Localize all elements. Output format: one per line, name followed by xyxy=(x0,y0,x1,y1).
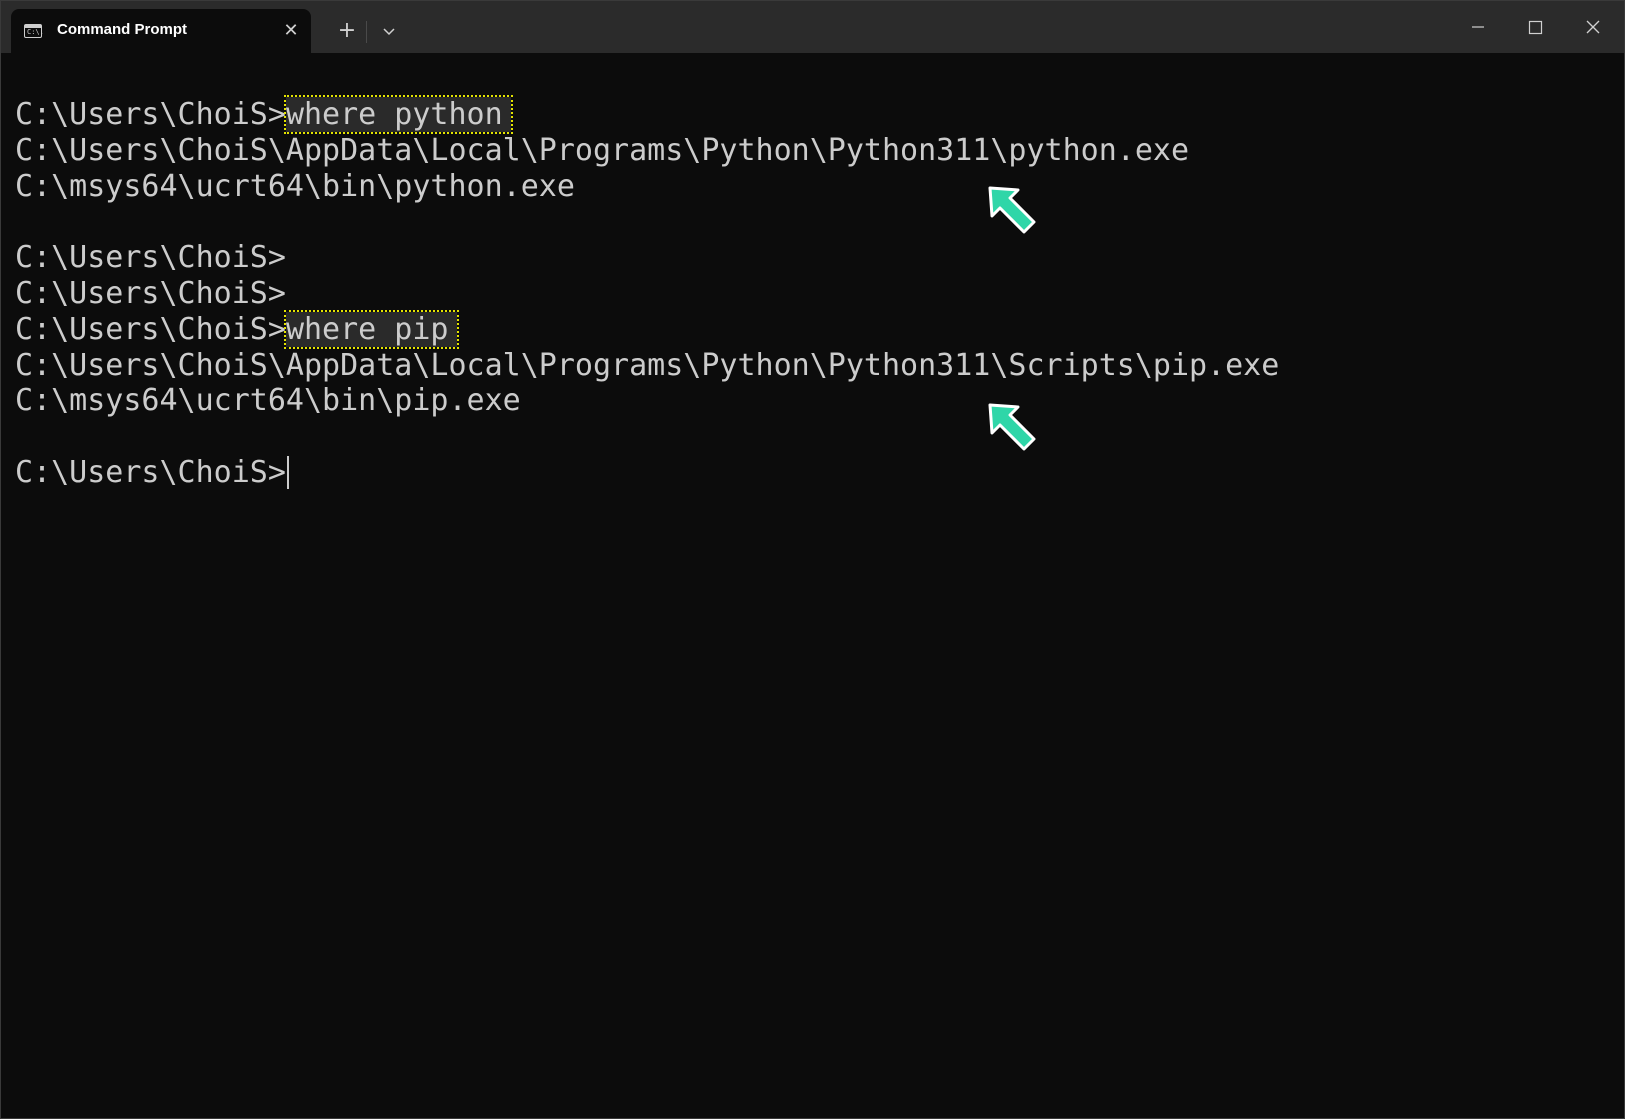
cmd-icon: C:\. xyxy=(24,24,44,38)
prompt-text: C:\Users\ChoiS> xyxy=(15,311,286,347)
new-tab-button[interactable]: + xyxy=(335,19,359,43)
maximize-icon xyxy=(1528,20,1543,35)
terminal-line: C:\Users\ChoiS> xyxy=(15,240,1279,276)
terminal-line: C:\Users\ChoiS\AppData\Local\Programs\Py… xyxy=(15,348,1279,384)
output-text: C:\Users\ChoiS> xyxy=(15,275,286,311)
tab-divider xyxy=(366,21,367,43)
chevron-down-icon xyxy=(383,28,395,36)
terminal-line: C:\msys64\ucrt64\bin\pip.exe xyxy=(15,383,1279,419)
arrow-up-left-icon xyxy=(988,403,1036,451)
prompt-text: C:\Users\ChoiS> xyxy=(15,97,286,132)
close-icon xyxy=(1586,20,1600,34)
prompt-text: C:\Users\ChoiS> xyxy=(15,454,286,490)
tab-dropdown-button[interactable] xyxy=(377,19,401,43)
terminal-output[interactable]: C:\Users\ChoiS>where python C:\Users\Choi… xyxy=(15,95,1279,491)
terminal-line: C:\Users\ChoiS> xyxy=(15,455,1279,491)
terminal-line: C:\Users\ChoiS>where python xyxy=(15,95,1279,134)
tab-command-prompt[interactable]: C:\. Command Prompt ✕ xyxy=(11,9,311,53)
terminal-line: C:\msys64\ucrt64\bin\python.exe xyxy=(15,169,1279,205)
close-tab-button[interactable]: ✕ xyxy=(279,19,303,43)
terminal-window: C:\. Command Prompt ✕ + C:\Users\ChoiS>w… xyxy=(0,0,1625,1119)
maximize-button[interactable] xyxy=(1506,1,1564,53)
title-bar: C:\. Command Prompt ✕ + xyxy=(1,1,1624,53)
text-cursor xyxy=(286,455,289,489)
output-text: C:\msys64\ucrt64\bin\pip.exe xyxy=(15,383,521,419)
terminal-line: C:\Users\ChoiS\AppData\Local\Programs\Py… xyxy=(15,133,1279,169)
minimize-button[interactable] xyxy=(1448,1,1506,53)
output-text: C:\Users\ChoiS\AppData\Local\Programs\Py… xyxy=(15,347,1280,383)
terminal-line: C:\Users\ChoiS> xyxy=(15,276,1279,312)
terminal-line: C:\Users\ChoiS>where pip xyxy=(15,309,1279,349)
highlighted-command: where python xyxy=(283,95,513,134)
output-text: C:\Users\ChoiS> xyxy=(15,240,286,276)
highlighted-command: where pip xyxy=(283,309,459,349)
arrow-up-left-icon xyxy=(988,186,1036,234)
cmd-icon-text: C:\. xyxy=(27,28,44,36)
output-text: C:\Users\ChoiS\AppData\Local\Programs\Py… xyxy=(15,132,1189,168)
minimize-icon xyxy=(1472,26,1484,28)
output-text: C:\msys64\ucrt64\bin\python.exe xyxy=(15,168,575,204)
tab-title: Command Prompt xyxy=(57,21,188,38)
close-window-button[interactable] xyxy=(1564,1,1622,53)
